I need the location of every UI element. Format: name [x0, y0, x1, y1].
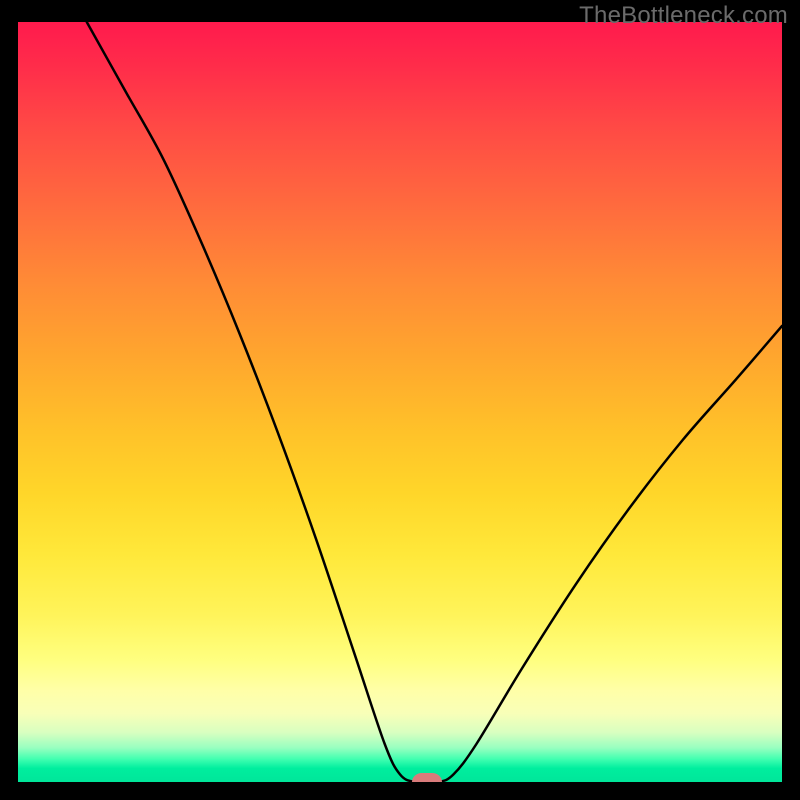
bottleneck-curve — [18, 22, 782, 782]
watermark-text: TheBottleneck.com — [579, 2, 788, 30]
chart-frame: TheBottleneck.com — [0, 0, 800, 800]
minimum-marker — [412, 773, 442, 782]
plot-area — [18, 22, 782, 782]
